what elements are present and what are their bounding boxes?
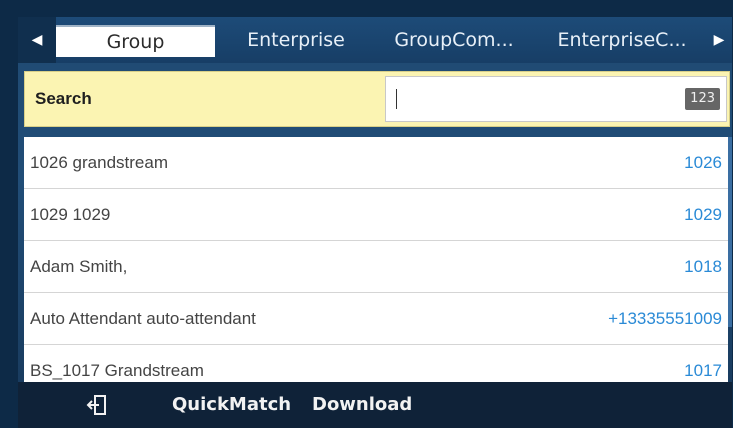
contact-name: Adam Smith, — [30, 257, 128, 276]
phonebook-screen: ◀ Group Enterprise GroupCom... Enterpris… — [18, 17, 732, 428]
contact-name: Auto Attendant auto-attendant — [30, 309, 256, 328]
contact-number: 1029 — [684, 205, 722, 224]
contact-row[interactable]: 1029 1029 1029 — [24, 189, 728, 241]
arrow-left-icon[interactable]: ◀ — [18, 17, 56, 63]
contact-row[interactable]: Adam Smith, 1018 — [24, 241, 728, 293]
tab-group[interactable]: Group — [56, 25, 215, 57]
tab-enterprise-common[interactable]: EnterpriseC... — [538, 25, 706, 55]
search-row: Search 123 — [24, 71, 730, 127]
contact-list: 1026 grandstream 1026 1029 1029 1029 Ada… — [24, 137, 728, 387]
contact-row[interactable]: 1026 grandstream 1026 — [24, 137, 728, 189]
search-input[interactable]: 123 — [385, 76, 727, 122]
text-caret — [396, 89, 397, 109]
input-mode-badge[interactable]: 123 — [685, 88, 720, 110]
contact-name: 1029 1029 — [30, 205, 111, 224]
tab-bar: ◀ Group Enterprise GroupCom... Enterpris… — [18, 17, 732, 63]
contact-number: +13335551009 — [608, 309, 722, 328]
contact-name: 1026 grandstream — [30, 153, 168, 172]
tab-group-common[interactable]: GroupCom... — [378, 25, 530, 55]
quickmatch-button[interactable]: QuickMatch — [172, 382, 291, 428]
exit-icon[interactable] — [86, 394, 108, 416]
search-label: Search — [35, 89, 92, 108]
tab-enterprise[interactable]: Enterprise — [222, 25, 370, 55]
download-button[interactable]: Download — [312, 382, 412, 428]
contact-number: 1017 — [684, 361, 722, 380]
contact-row[interactable]: BS_1017 Grandstream 1017 — [24, 345, 728, 387]
list-scrollbar[interactable] — [728, 137, 732, 327]
arrow-right-icon[interactable]: ▶ — [706, 17, 732, 63]
softkey-bar: QuickMatch Download — [18, 382, 732, 428]
contact-name: BS_1017 Grandstream — [30, 361, 204, 380]
phone-screen-frame: ◀ Group Enterprise GroupCom... Enterpris… — [0, 0, 733, 428]
contact-row[interactable]: Auto Attendant auto-attendant +133355510… — [24, 293, 728, 345]
contact-number: 1026 — [684, 153, 722, 172]
contact-number: 1018 — [684, 257, 722, 276]
